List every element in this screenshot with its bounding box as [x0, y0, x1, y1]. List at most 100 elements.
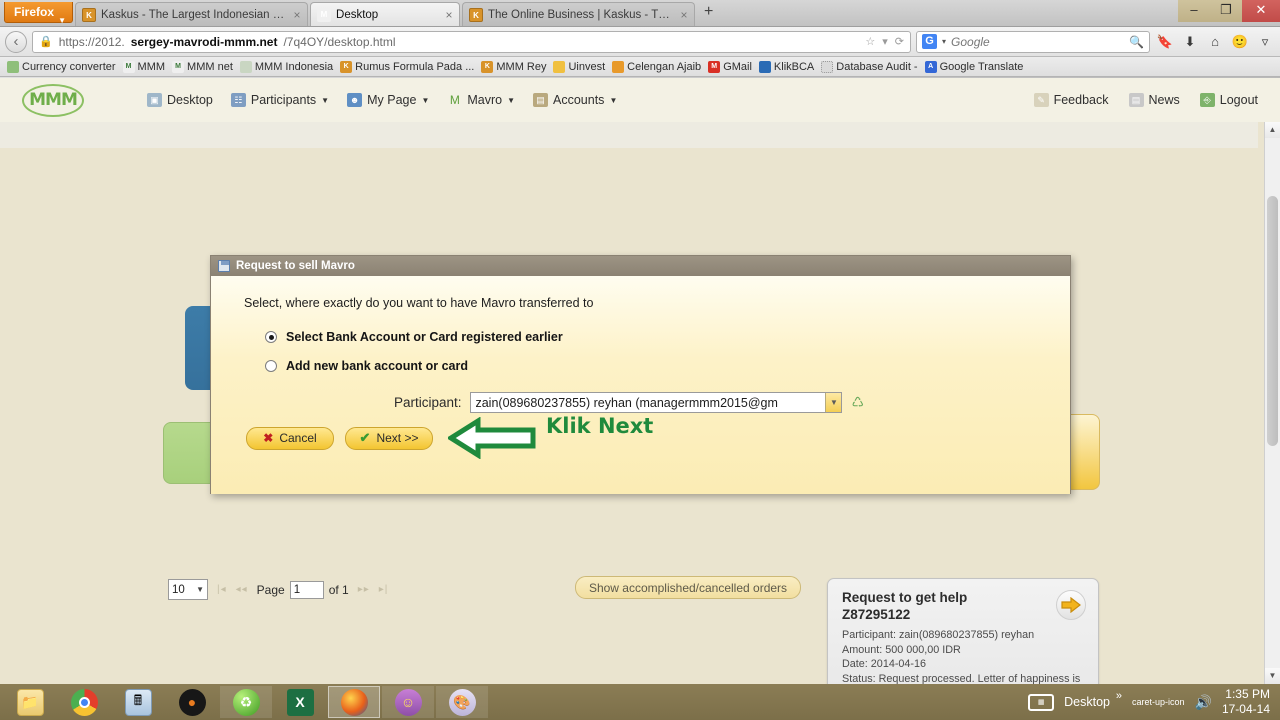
- taskbar-excel[interactable]: X: [274, 686, 326, 718]
- home-icon[interactable]: ⌂: [1205, 34, 1225, 49]
- back-button[interactable]: ‹: [5, 30, 27, 53]
- scrollbar-thumb[interactable]: [1267, 196, 1278, 446]
- request-card[interactable]: Request to get help Z87295122 Participan…: [827, 578, 1099, 684]
- bookmark-item[interactable]: K Rumus Formula Pada ...: [337, 60, 477, 73]
- bookmark-item[interactable]: MMM Indonesia: [237, 60, 336, 73]
- nav-label: Logout: [1219, 93, 1258, 107]
- option-row-existing[interactable]: Select Bank Account or Card registered e…: [265, 330, 1070, 344]
- nav-item-mavro[interactable]: M Mavro ▼: [447, 93, 515, 107]
- page-scrollbar[interactable]: ▲ ▼: [1264, 122, 1280, 684]
- nav-item-feedback[interactable]: ✎ Feedback: [1033, 93, 1109, 107]
- browser-tab-1[interactable]: K Kaskus - The Largest Indonesian Com...…: [75, 2, 309, 27]
- close-button[interactable]: ✕: [1242, 0, 1280, 22]
- address-bar[interactable]: 🔒 https://2012. sergey-mavrodi-mmm.net/7q…: [32, 30, 911, 53]
- tray-desktop-label[interactable]: Desktop »: [1064, 690, 1122, 709]
- tab-close-icon[interactable]: ×: [678, 3, 690, 27]
- next-button[interactable]: ✔ Next >>: [345, 426, 433, 450]
- close-icon: ✖: [263, 431, 274, 445]
- taskbar-bomb-app[interactable]: ●: [166, 686, 218, 718]
- bookmark-item[interactable]: M GMail: [705, 60, 755, 73]
- emoticon-icon: ☺: [394, 688, 422, 716]
- taskbar-calculator[interactable]: 🖩: [112, 686, 164, 718]
- gmail-favicon: M: [708, 60, 721, 73]
- cancel-button[interactable]: ✖ Cancel: [246, 426, 334, 450]
- bookmark-item[interactable]: Celengan Ajaib: [609, 60, 704, 73]
- speaker-icon[interactable]: 🔊: [1195, 694, 1212, 711]
- browser-tab-2[interactable]: M Desktop ×: [310, 2, 461, 27]
- firefox-menu-button[interactable]: Firefox ▼: [4, 2, 74, 25]
- search-bar[interactable]: G ▾ Google 🔍: [916, 30, 1150, 53]
- reload-icon[interactable]: ⟳: [895, 35, 904, 48]
- bookmark-label: Database Audit -: [836, 60, 918, 73]
- mmm-logo[interactable]: MMM: [22, 83, 84, 117]
- page-size-select[interactable]: 10 ▼: [168, 579, 208, 600]
- maximize-button[interactable]: ❐: [1210, 0, 1242, 22]
- next-page-button[interactable]: ▸▸: [358, 584, 370, 595]
- kaskus-favicon: K: [481, 60, 494, 73]
- nav-item-participants[interactable]: ☷ Participants ▼: [230, 93, 329, 107]
- bookmark-item[interactable]: K MMM Rey: [478, 60, 549, 73]
- first-page-button[interactable]: |◂: [217, 584, 227, 595]
- chevron-down-icon[interactable]: ▾: [942, 37, 946, 46]
- refresh-icon[interactable]: ♺: [851, 394, 864, 411]
- download-icon[interactable]: ⬇: [1180, 34, 1200, 50]
- addon-icon[interactable]: 🙂: [1230, 34, 1250, 50]
- nav-item-news[interactable]: ▤ News: [1128, 93, 1180, 107]
- option-row-new[interactable]: Add new bank account or card: [265, 359, 1070, 373]
- keyboard-icon[interactable]: ▦: [1028, 693, 1055, 711]
- nav-item-accounts[interactable]: ▤ Accounts ▼: [533, 93, 617, 107]
- system-tray: ▦ Desktop » caret-up-icon 🔊 1:35 PM 17-0…: [1028, 687, 1276, 717]
- bookmark-label: Uinvest: [568, 60, 606, 73]
- bookmark-item[interactable]: Database Audit -: [818, 60, 920, 73]
- clock[interactable]: 1:35 PM 17-04-14: [1222, 687, 1270, 717]
- radio-existing-account[interactable]: [265, 331, 277, 343]
- nav-item-logout[interactable]: ⎆ Logout: [1199, 93, 1258, 107]
- participant-select[interactable]: zain(089680237855) reyhan (managermmm201…: [470, 392, 843, 413]
- scroll-up-icon[interactable]: ▲: [1265, 122, 1280, 138]
- url-domain: sergey-mavrodi-mmm.net: [130, 34, 278, 49]
- site-header: MMM ▣ Desktop ☷ Participants ▼ ☻ My Page: [0, 78, 1280, 122]
- browser-tab-3[interactable]: K The Online Business | Kaskus - The La.…: [462, 2, 696, 27]
- tab-close-icon[interactable]: ×: [443, 3, 455, 27]
- chevron-down-icon[interactable]: ▿: [1255, 34, 1275, 50]
- new-tab-button[interactable]: +: [695, 1, 722, 23]
- bookmark-item[interactable]: Uinvest: [550, 60, 608, 73]
- chevron-down-icon[interactable]: ▾: [882, 35, 888, 48]
- chevron-down-icon[interactable]: ▼: [825, 393, 842, 412]
- bookmark-item[interactable]: KlikBCA: [756, 60, 817, 73]
- bookmark-star-icon[interactable]: ☆: [865, 35, 875, 48]
- minimize-button[interactable]: –: [1178, 0, 1210, 22]
- search-icon[interactable]: 🔍: [1129, 35, 1144, 49]
- participants-icon: ☷: [230, 93, 246, 107]
- nav-item-my-page[interactable]: ☻ My Page ▼: [347, 93, 429, 107]
- bookmark-item[interactable]: M MMM: [120, 60, 169, 73]
- taskbar-file-explorer[interactable]: 📁: [4, 686, 56, 718]
- chevron-right-icon[interactable]: »: [1116, 690, 1122, 702]
- show-accomplished-orders-button[interactable]: Show accomplished/cancelled orders: [575, 576, 801, 599]
- taskbar-chrome[interactable]: [58, 686, 110, 718]
- bookmark-item[interactable]: M MMM net: [169, 60, 236, 73]
- option-label-existing: Select Bank Account or Card registered e…: [286, 330, 563, 344]
- taskbar-firefox[interactable]: [328, 686, 380, 718]
- taskbar-emoticon-app[interactable]: ☺: [382, 686, 434, 718]
- accounts-icon: ▤: [533, 93, 549, 107]
- scroll-down-icon[interactable]: ▼: [1265, 668, 1280, 684]
- bookmark-label: Google Translate: [939, 60, 1024, 73]
- tab-close-icon[interactable]: ×: [291, 3, 303, 27]
- bookmark-item[interactable]: Currency converter: [4, 60, 119, 73]
- search-input[interactable]: Google: [951, 35, 990, 49]
- arrow-right-icon[interactable]: [1056, 590, 1086, 620]
- caret-up-icon[interactable]: caret-up-icon: [1132, 697, 1185, 707]
- last-page-button[interactable]: ▸|: [379, 584, 389, 595]
- bookmark-label: GMail: [723, 60, 752, 73]
- nav-item-desktop[interactable]: ▣ Desktop: [147, 93, 213, 107]
- bookmark-icon[interactable]: 🔖: [1155, 34, 1175, 50]
- taskbar-paint[interactable]: 🎨: [436, 686, 488, 718]
- page-number-input[interactable]: 1: [289, 580, 324, 599]
- clock-time: 1:35 PM: [1225, 687, 1270, 701]
- bookmark-item[interactable]: A Google Translate: [922, 60, 1027, 73]
- excel-icon: X: [286, 688, 314, 716]
- taskbar-green-app[interactable]: ♻: [220, 686, 272, 718]
- prev-page-button[interactable]: ◂◂: [236, 584, 248, 595]
- radio-new-account[interactable]: [265, 360, 277, 372]
